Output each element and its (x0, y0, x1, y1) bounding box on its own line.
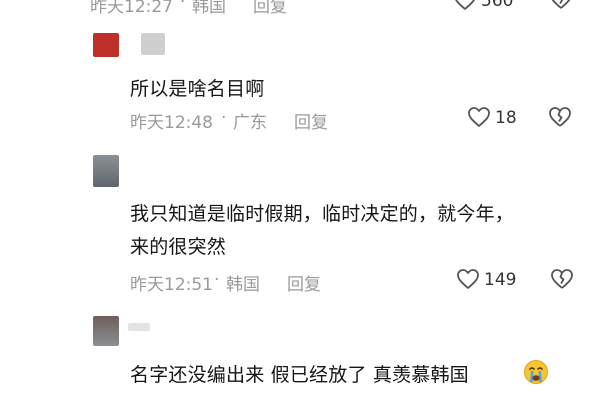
comment-time: 昨天12:48 (130, 113, 213, 133)
username-placeholder[interactable] (128, 323, 150, 331)
comment-text-line-1: 我只知道是临时假期，临时决定的，就今年， (130, 203, 515, 225)
crying-emoji-icon (522, 359, 550, 385)
comment-time: 昨天12:27 (90, 0, 173, 17)
comment-region: 韩国 (226, 275, 260, 295)
username-placeholder[interactable] (141, 33, 165, 55)
like-count: 149 (484, 270, 517, 290)
comment-time: 昨天12:51 (130, 275, 213, 295)
heart-icon[interactable] (467, 106, 491, 128)
comment-text: 所以是啥名目啊 (130, 78, 265, 100)
reply-button[interactable]: 回复 (287, 270, 321, 295)
broken-heart-icon[interactable] (550, 268, 574, 290)
heart-icon[interactable] (456, 268, 480, 290)
reply-button[interactable]: 回复 (294, 108, 328, 133)
broken-heart-icon[interactable] (549, 0, 573, 10)
comment-region: 广东 (233, 113, 267, 133)
reply-button[interactable]: 回复 (253, 0, 287, 17)
comment-text: 名字还没编出来 假已经放了 真羡慕韩国 (130, 364, 469, 386)
avatar[interactable] (93, 316, 119, 346)
avatar[interactable] (93, 33, 119, 57)
avatar[interactable] (93, 155, 119, 187)
comment-text-line-2: 来的很突然 (130, 236, 227, 258)
like-count: 560 (481, 0, 514, 11)
like-count: 18 (495, 108, 517, 128)
heart-icon[interactable] (453, 0, 477, 11)
broken-heart-icon[interactable] (548, 106, 572, 128)
separator: · (221, 108, 227, 128)
comment-region: 韩国 (192, 0, 226, 17)
separator: · (180, 0, 186, 12)
separator: · (214, 270, 220, 290)
